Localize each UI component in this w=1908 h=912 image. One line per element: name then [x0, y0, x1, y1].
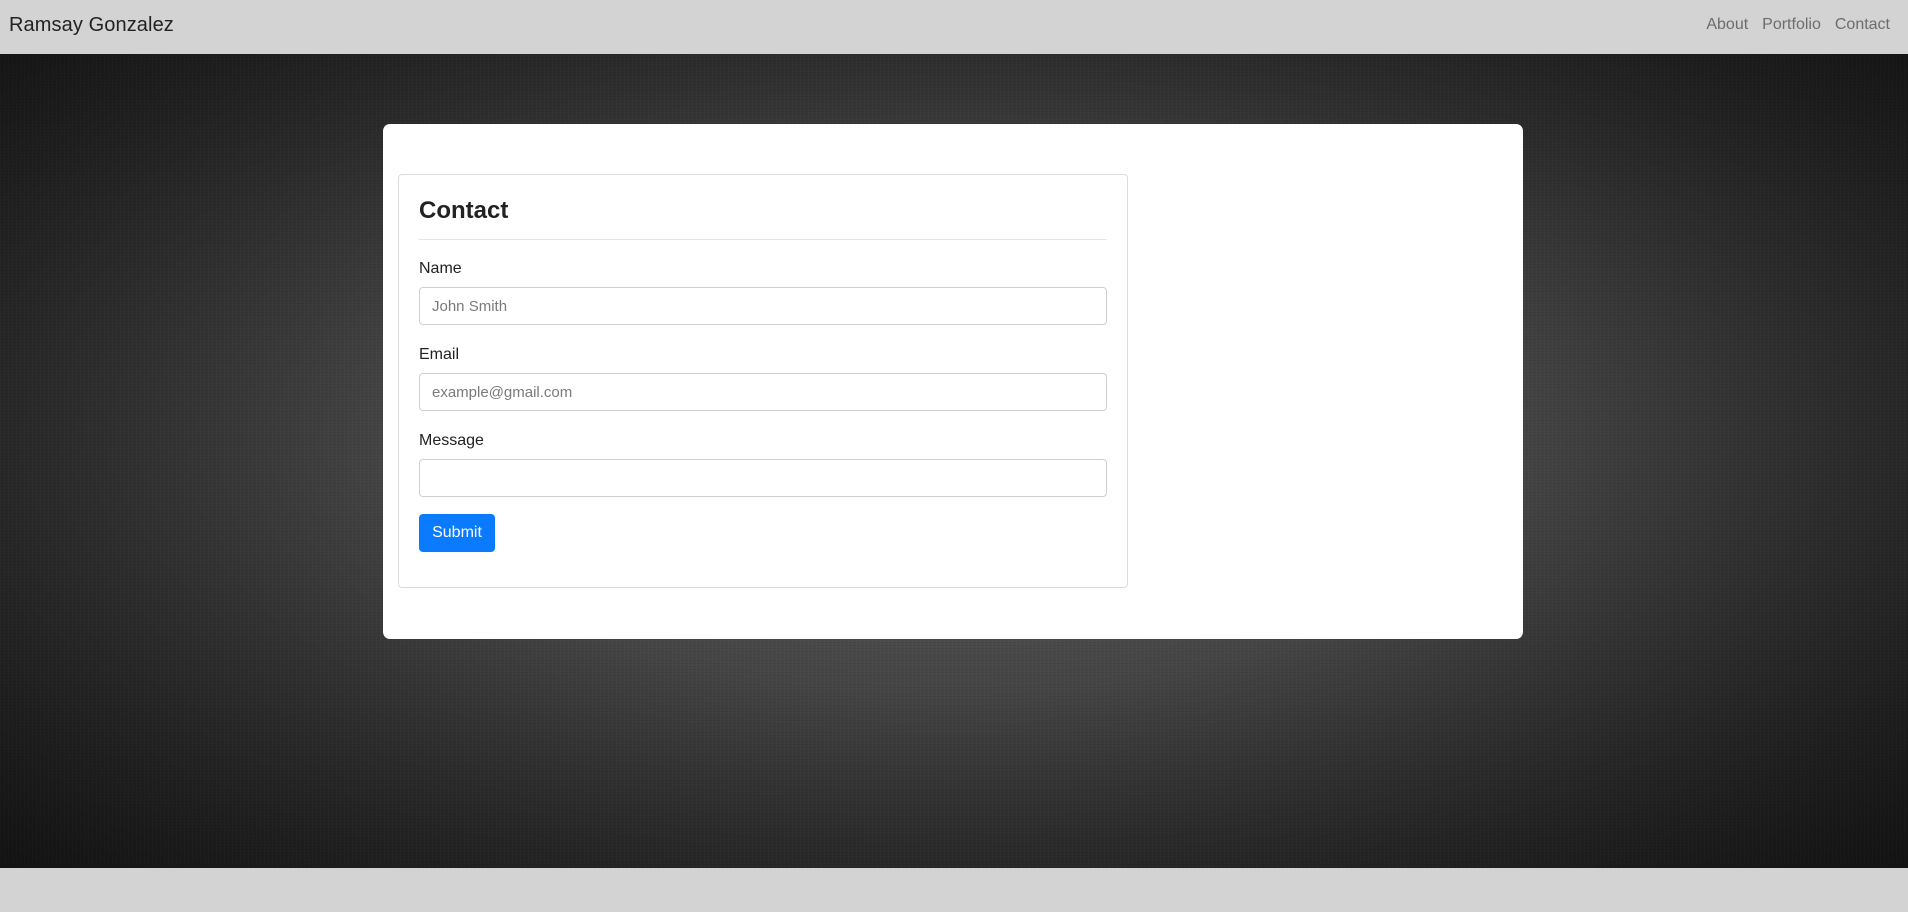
textured-background: Contact Name Email Message Submit	[0, 54, 1908, 868]
email-input[interactable]	[419, 373, 1107, 411]
submit-button[interactable]: Submit	[419, 514, 495, 552]
footer-bar	[0, 868, 1908, 912]
message-label: Message	[419, 432, 484, 449]
brand-link[interactable]: Ramsay Gonzalez	[9, 14, 174, 37]
nav-link-contact[interactable]: Contact	[1835, 16, 1890, 34]
nav-links: About Portfolio Contact	[1706, 16, 1890, 34]
title-divider	[419, 239, 1107, 240]
content-panel: Contact Name Email Message Submit	[383, 124, 1523, 639]
nav-link-portfolio[interactable]: Portfolio	[1762, 16, 1821, 34]
name-input[interactable]	[419, 287, 1107, 325]
top-navbar: Ramsay Gonzalez About Portfolio Contact	[0, 0, 1908, 54]
name-label: Name	[419, 260, 462, 277]
nav-link-about[interactable]: About	[1706, 16, 1748, 34]
message-input[interactable]	[419, 459, 1107, 497]
contact-card: Contact Name Email Message Submit	[398, 174, 1128, 588]
email-label: Email	[419, 346, 460, 363]
contact-title: Contact	[419, 197, 509, 224]
